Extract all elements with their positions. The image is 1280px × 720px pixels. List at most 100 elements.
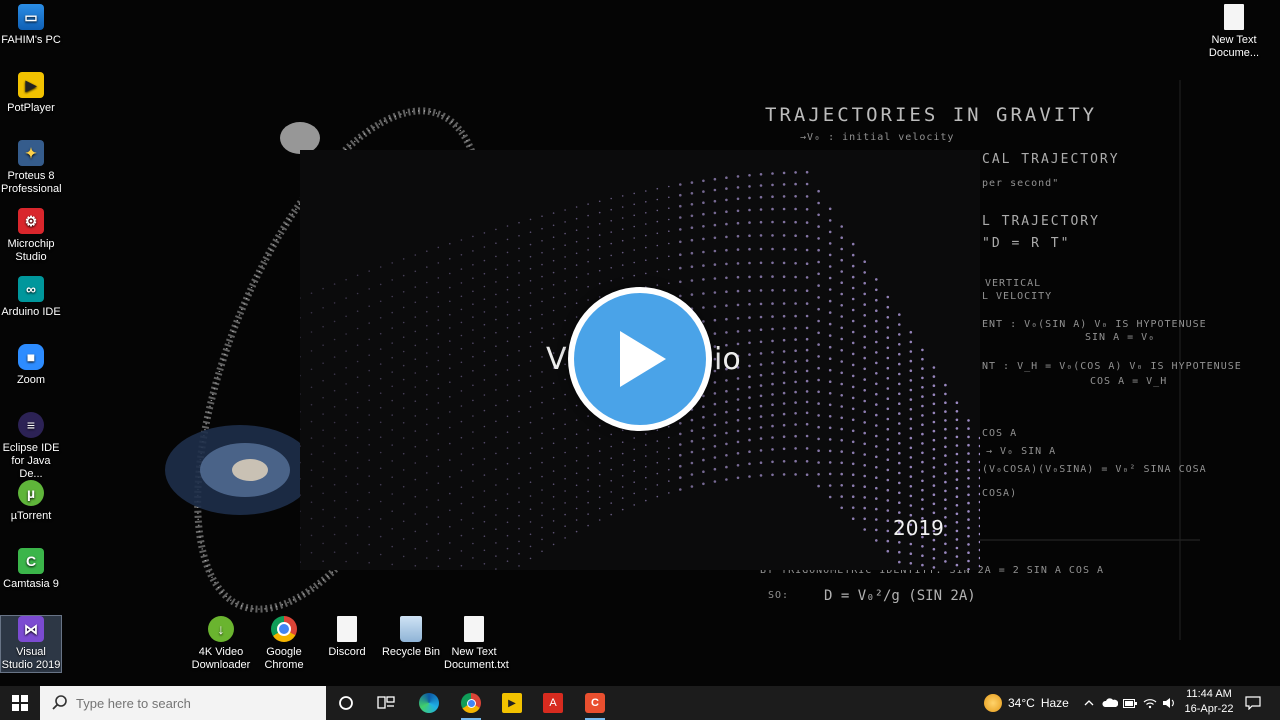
wallpaper-line: → V₀ SIN A bbox=[986, 446, 1057, 457]
wifi-icon bbox=[1143, 699, 1157, 709]
desktop-icon-label: 4K Video Downloader bbox=[191, 646, 251, 671]
task-view-button[interactable] bbox=[372, 689, 400, 717]
battery-icon bbox=[1123, 698, 1137, 708]
show-hidden-icons-button[interactable] bbox=[1080, 686, 1098, 720]
desktop-icon-new-text-document[interactable]: New Text Document.txt bbox=[444, 616, 509, 672]
wallpaper-line: "D = R T" bbox=[982, 236, 1071, 251]
desktop-icon-label: Visual Studio 2019 bbox=[1, 646, 61, 671]
taskbar-chrome[interactable] bbox=[457, 689, 485, 720]
desktop-icon-eclipse[interactable]: ≡ Eclipse IDE for Java De... bbox=[1, 412, 61, 481]
potplayer-icon: ▶ bbox=[18, 72, 44, 98]
4k-downloader-icon: ↓ bbox=[208, 616, 234, 642]
wallpaper-line: D = V₀²/g (SIN 2A) bbox=[824, 588, 976, 604]
chevron-up-icon bbox=[1084, 700, 1094, 706]
utorrent-icon: µ bbox=[18, 480, 44, 506]
desktop-icon-label: FAHIM's PC bbox=[1, 34, 61, 46]
action-center-button[interactable] bbox=[1240, 686, 1266, 720]
recycle-bin-icon bbox=[400, 616, 422, 642]
camtasia-icon: C bbox=[18, 548, 44, 574]
desktop[interactable]: TRAJECTORIES IN GRAVITY →V₀ : initial ve… bbox=[0, 0, 1280, 686]
windows-icon bbox=[12, 695, 28, 711]
desktop-icon-label: Zoom bbox=[16, 374, 46, 386]
network-button[interactable] bbox=[1140, 686, 1160, 720]
desktop-icon-visual-studio[interactable]: ⋈ Visual Studio 2019 bbox=[0, 615, 62, 673]
wallpaper-line: NT : V_H = V₀(COS A) V₀ IS HYPOTENUSE bbox=[982, 361, 1242, 372]
desktop-icon-label: Recycle Bin bbox=[381, 646, 441, 658]
taskbar-acrobat[interactable]: A bbox=[539, 689, 567, 717]
edge-icon bbox=[419, 693, 439, 713]
video-year: 2019 bbox=[893, 516, 944, 540]
desktop-icon-new-text-document-top[interactable]: New Text Docume... bbox=[1204, 4, 1264, 60]
play-icon bbox=[574, 293, 706, 425]
wallpaper-line: L VELOCITY bbox=[982, 291, 1053, 302]
desktop-icon-potplayer[interactable]: ▶ PotPlayer bbox=[1, 72, 61, 115]
desktop-icon-label: Camtasia 9 bbox=[3, 578, 59, 590]
task-view-icon bbox=[377, 696, 395, 709]
wallpaper-line: (V₀COSA)(V₀SINA) = V₀² SINA COSA bbox=[982, 464, 1207, 475]
taskbar-camtasia[interactable]: C bbox=[581, 689, 609, 720]
acrobat-icon: A bbox=[543, 693, 563, 713]
chrome-icon bbox=[461, 693, 481, 713]
desktop-icon-label: µTorrent bbox=[10, 510, 52, 522]
taskbar-edge[interactable] bbox=[415, 689, 443, 717]
sun-haze-icon bbox=[984, 694, 1002, 712]
eclipse-icon: ≡ bbox=[18, 412, 44, 438]
desktop-icon-recycle-bin[interactable]: Recycle Bin bbox=[381, 616, 441, 659]
desktop-icon-camtasia[interactable]: C Camtasia 9 bbox=[1, 548, 61, 591]
text-file-icon bbox=[464, 616, 484, 642]
proteus-icon: ✦ bbox=[18, 140, 44, 166]
desktop-icon-arduino[interactable]: ∞ Arduino IDE bbox=[1, 276, 61, 319]
desktop-icon-label: Arduino IDE bbox=[1, 306, 61, 318]
taskbar: ▶ A C 34°C Haze 11:44 AM 16-Apr-22 bbox=[0, 686, 1280, 720]
start-button[interactable] bbox=[0, 686, 40, 720]
computer-icon: ▭ bbox=[18, 4, 44, 30]
battery-button[interactable] bbox=[1120, 686, 1140, 720]
search-input[interactable] bbox=[74, 694, 318, 712]
weather-condition: Haze bbox=[1040, 696, 1069, 710]
visual-studio-icon: ⋈ bbox=[18, 616, 44, 642]
wallpaper-title: TRAJECTORIES IN GRAVITY bbox=[765, 104, 1098, 126]
weather-widget[interactable]: 34°C Haze bbox=[984, 686, 1069, 720]
text-file-icon bbox=[1224, 4, 1244, 30]
desktop-icon-label: New Text Document.txt bbox=[444, 646, 509, 671]
wallpaper-line: COSA) bbox=[982, 488, 1018, 499]
taskbar-potplayer[interactable]: ▶ bbox=[498, 689, 526, 717]
desktop-icon-label: Eclipse IDE for Java De... bbox=[2, 442, 60, 480]
taskbar-clock[interactable]: 11:44 AM 16-Apr-22 bbox=[1178, 687, 1240, 719]
wallpaper-line: per second" bbox=[982, 178, 1060, 189]
cloud-icon bbox=[1102, 698, 1118, 707]
wallpaper-line: →V₀ : initial velocity bbox=[800, 132, 955, 143]
cortana-icon bbox=[339, 696, 353, 710]
desktop-icon-proteus[interactable]: ✦ Proteus 8 Professional bbox=[1, 140, 62, 196]
desktop-icon-zoom[interactable]: ■ Zoom bbox=[1, 344, 61, 387]
desktop-icon-label: Google Chrome bbox=[264, 646, 304, 671]
wallpaper-line: VERTICAL bbox=[985, 278, 1042, 289]
microchip-icon: ⚙ bbox=[18, 208, 44, 234]
desktop-icon-fahims-pc[interactable]: ▭ FAHIM's PC bbox=[1, 4, 61, 47]
file-icon bbox=[337, 616, 357, 642]
play-button[interactable] bbox=[568, 287, 712, 431]
wallpaper-line: COS A = V_H bbox=[1090, 376, 1168, 387]
wallpaper-line: L TRAJECTORY bbox=[982, 214, 1100, 229]
video-title-right: io bbox=[714, 342, 741, 377]
potplayer-icon: ▶ bbox=[502, 693, 522, 713]
onedrive-button[interactable] bbox=[1100, 686, 1120, 720]
desktop-icon-4k-downloader[interactable]: ↓ 4K Video Downloader bbox=[191, 616, 251, 672]
clock-time: 11:44 AM bbox=[1186, 688, 1232, 700]
desktop-icon-microchip-studio[interactable]: ⚙ Microchip Studio bbox=[1, 208, 61, 264]
wallpaper-line: SIN A = V₀ bbox=[1085, 332, 1156, 343]
taskbar-search-box[interactable] bbox=[40, 686, 326, 720]
desktop-icon-label: Microchip Studio bbox=[7, 238, 55, 263]
desktop-icon-discord[interactable]: Discord bbox=[317, 616, 377, 659]
cortana-button[interactable] bbox=[332, 689, 360, 717]
desktop-icon-utorrent[interactable]: µ µTorrent bbox=[1, 480, 61, 523]
volume-button[interactable] bbox=[1160, 686, 1178, 720]
notification-icon bbox=[1245, 696, 1261, 710]
arduino-icon: ∞ bbox=[18, 276, 44, 302]
camtasia-icon: C bbox=[585, 693, 605, 713]
clock-date: 16-Apr-22 bbox=[1184, 703, 1234, 715]
desktop-icon-label: PotPlayer bbox=[7, 102, 55, 114]
video-title-left: V bbox=[546, 342, 567, 377]
desktop-icon-chrome[interactable]: Google Chrome bbox=[254, 616, 314, 672]
chrome-icon bbox=[271, 616, 297, 642]
